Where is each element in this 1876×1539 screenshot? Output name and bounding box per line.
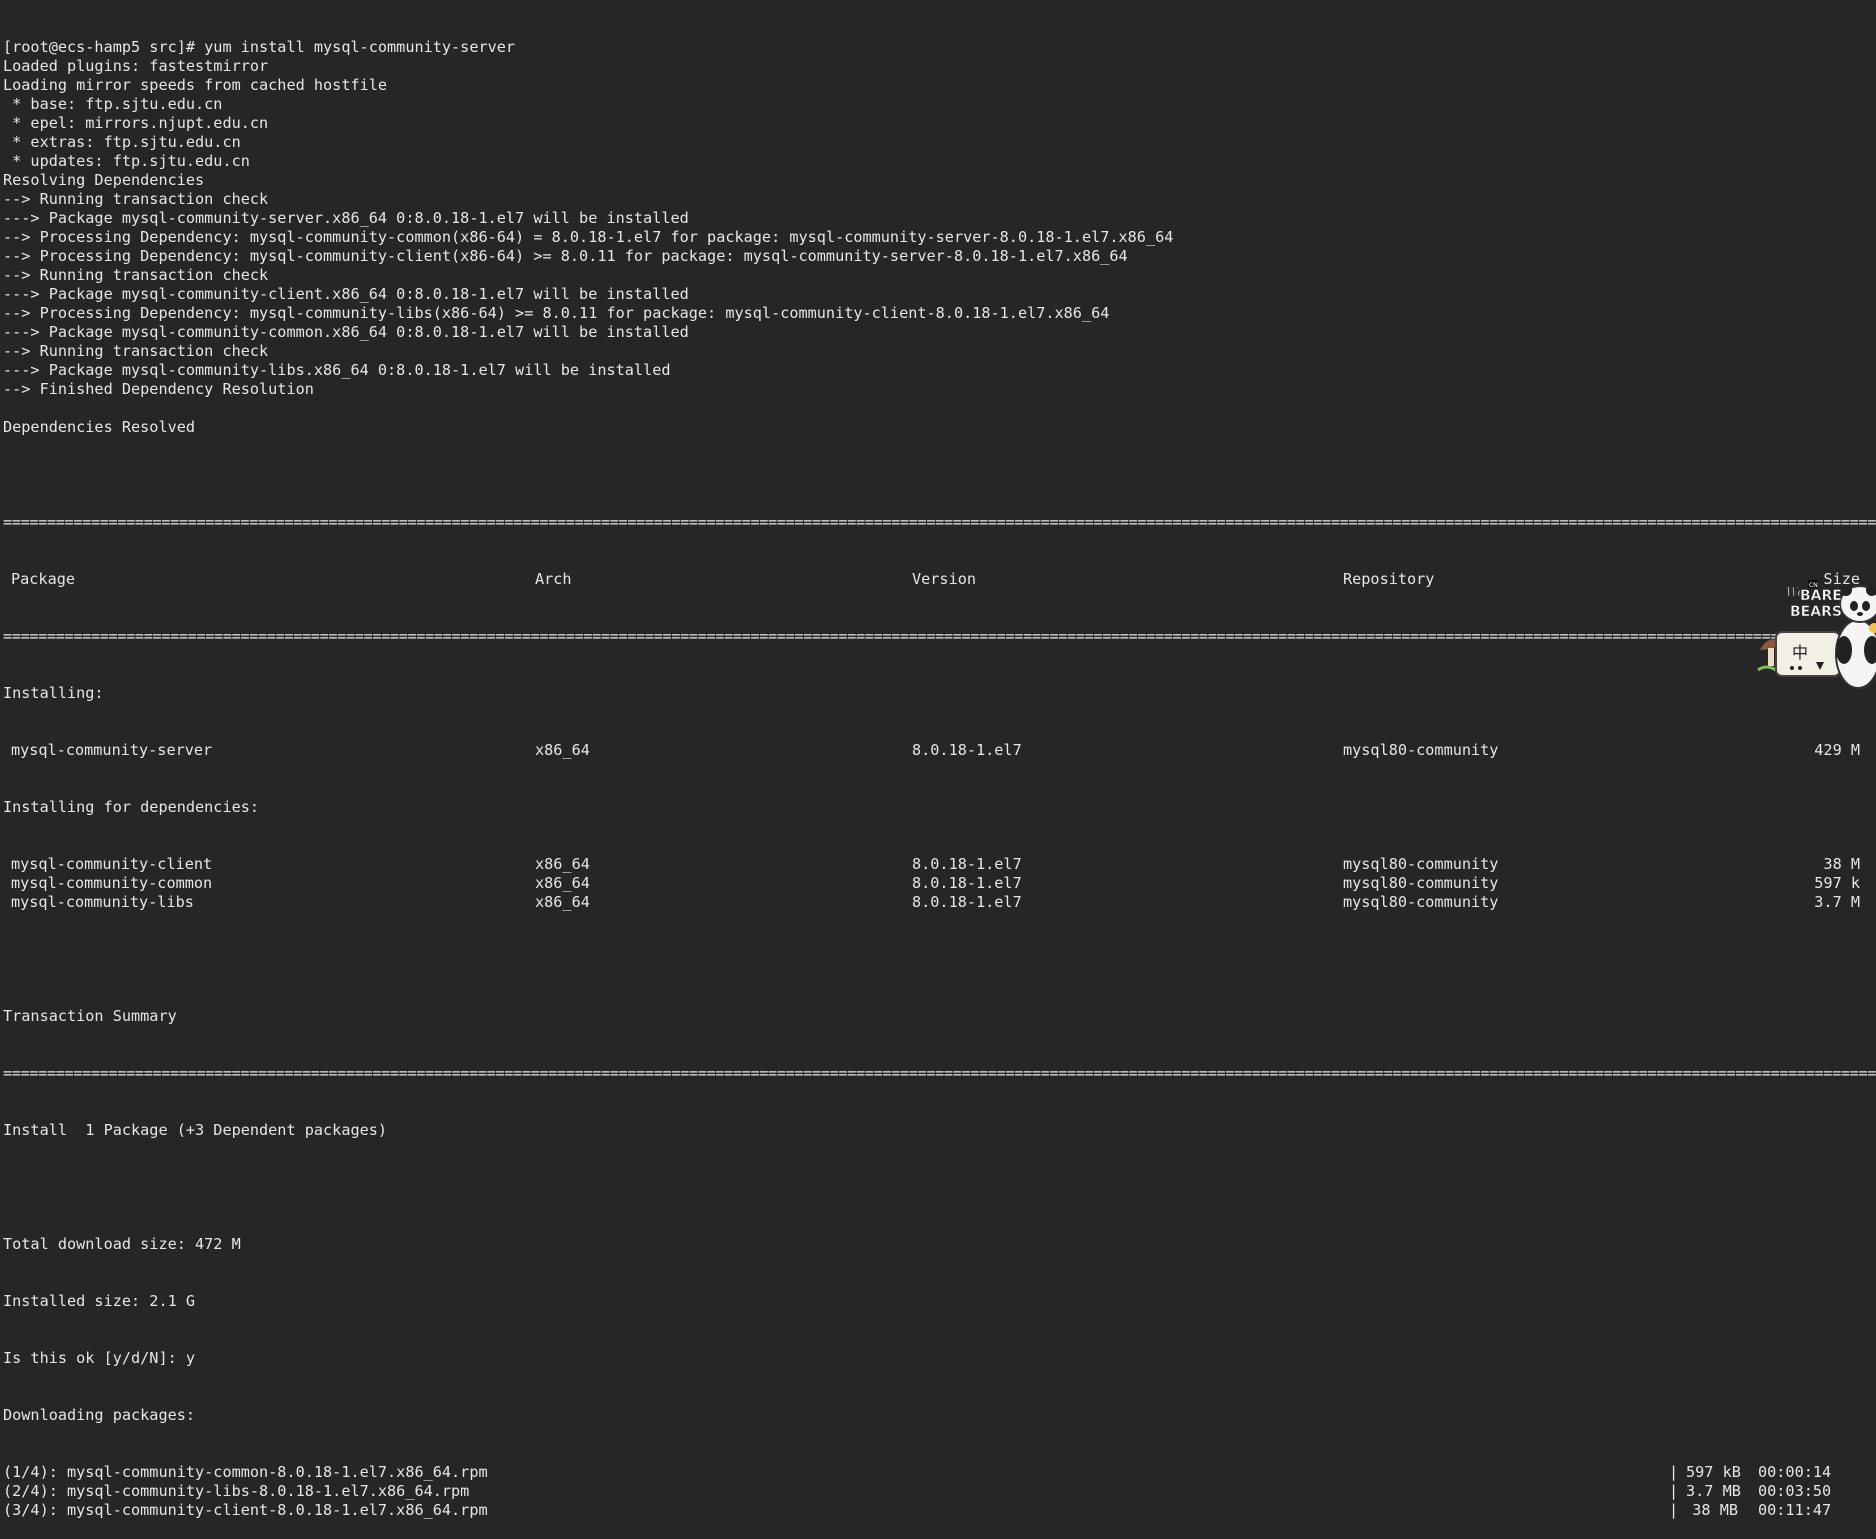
output-line: Loading mirror speeds from cached hostfi… bbox=[3, 76, 388, 94]
output-line: ---> Package mysql-community-client.x86_… bbox=[3, 285, 689, 303]
installing-rows: mysql-community-server x86_64 8.0.18-1.el7… bbox=[3, 741, 1876, 760]
download-time: 00:03:50 bbox=[1758, 1482, 1832, 1500]
sign-board: 中 bbox=[1775, 631, 1841, 677]
logo-line2: BARE bbox=[1800, 588, 1842, 604]
cell-size: 597 k bbox=[1814, 874, 1860, 892]
output-line: Resolving Dependencies bbox=[3, 171, 205, 189]
output-line: ---> Package mysql-community-libs.x86_64… bbox=[3, 361, 671, 379]
download-row: (3/4): mysql-community-client-8.0.18-1.e… bbox=[3, 1501, 1876, 1520]
download-row: (2/4): mysql-community-libs-8.0.18-1.el7… bbox=[3, 1482, 1876, 1501]
output-line: --> Finished Dependency Resolution bbox=[3, 380, 314, 398]
download-bar: | bbox=[1669, 1463, 1679, 1481]
bare-bears-panda-icon: 中 CN We BARE BEARS bbox=[1757, 580, 1876, 689]
output-line: [root@ecs-hamp5 src]# yum install mysql-… bbox=[3, 38, 516, 56]
cell-repository: mysql80-community bbox=[1343, 741, 1499, 759]
installed-size-line: Installed size: 2.1 G bbox=[3, 1292, 196, 1310]
cell-repository: mysql80-community bbox=[1343, 874, 1499, 892]
output-line: * extras: ftp.sjtu.edu.cn bbox=[3, 133, 241, 151]
bare-bears-logo: CN We BARE BEARS bbox=[1786, 580, 1842, 620]
table-header-row: Package Arch Version Repository Size bbox=[3, 570, 1876, 589]
cell-version: 8.0.18-1.el7 bbox=[912, 893, 1022, 911]
cell-package: mysql-community-libs bbox=[11, 893, 194, 911]
output-line: --> Processing Dependency: mysql-communi… bbox=[3, 304, 1110, 322]
downloading-line: Downloading packages: bbox=[3, 1406, 196, 1424]
download-bar: | bbox=[1669, 1482, 1679, 1500]
installing-label: Installing: bbox=[3, 684, 104, 702]
cell-package: mysql-community-client bbox=[11, 855, 213, 873]
cell-arch: x86_64 bbox=[535, 855, 590, 873]
cell-package: mysql-community-common bbox=[11, 874, 213, 892]
cell-size: 429 M bbox=[1814, 741, 1860, 759]
cell-size: 3.7 M bbox=[1814, 893, 1860, 911]
install-summary-line: Install 1 Package (+3 Dependent packages… bbox=[3, 1121, 388, 1139]
output-line: * updates: ftp.sjtu.edu.cn bbox=[3, 152, 250, 170]
cell-repository: mysql80-community bbox=[1343, 893, 1499, 911]
column-header-package: Package bbox=[11, 570, 76, 588]
output-line: * epel: mirrors.njupt.edu.cn bbox=[3, 114, 269, 132]
table-separator-top: ========================================… bbox=[3, 513, 1876, 531]
output-line: * base: ftp.sjtu.edu.cn bbox=[3, 95, 223, 113]
table-row: mysql-community-server x86_64 8.0.18-1.el7… bbox=[3, 741, 1876, 760]
terminal-window[interactable]: [root@ecs-hamp5 src]# yum install mysql-… bbox=[0, 0, 1876, 1519]
download-rows: (1/4): mysql-community-common-8.0.18-1.e… bbox=[3, 1463, 1876, 1520]
output-line: --> Running transaction check bbox=[3, 342, 269, 360]
table-separator-header: ========================================… bbox=[3, 627, 1876, 645]
download-bar: | bbox=[1669, 1501, 1679, 1519]
download-file-name: (1/4): mysql-community-common-8.0.18-1.e… bbox=[3, 1463, 488, 1481]
cell-arch: x86_64 bbox=[535, 893, 590, 911]
cell-size: 38 M bbox=[1823, 855, 1860, 873]
command-output: [root@ecs-hamp5 src]# yum install mysql-… bbox=[3, 38, 1876, 456]
cell-version: 8.0.18-1.el7 bbox=[912, 855, 1022, 873]
download-row: (1/4): mysql-community-common-8.0.18-1.e… bbox=[3, 1463, 1876, 1482]
cell-version: 8.0.18-1.el7 bbox=[912, 741, 1022, 759]
download-time: 00:00:14 bbox=[1758, 1463, 1832, 1481]
dependency-rows: mysql-community-client x86_64 8.0.18-1.el7… bbox=[3, 855, 1876, 912]
output-line: ---> Package mysql-community-server.x86_… bbox=[3, 209, 689, 227]
cell-package: mysql-community-server bbox=[11, 741, 213, 759]
confirm-prompt-line: Is this ok [y/d/N]: y bbox=[3, 1349, 196, 1367]
download-size-line: Total download size: 472 M bbox=[3, 1235, 241, 1253]
cell-version: 8.0.18-1.el7 bbox=[912, 874, 1022, 892]
download-size: 597 kB bbox=[1686, 1463, 1741, 1481]
summary-title: Transaction Summary bbox=[3, 1007, 177, 1025]
download-file-name: (2/4): mysql-community-libs-8.0.18-1.el7… bbox=[3, 1482, 470, 1500]
sign-glyph: 中 bbox=[1792, 643, 1808, 662]
table-separator-summary: ========================================… bbox=[3, 1064, 1876, 1082]
column-header-repository: Repository bbox=[1343, 570, 1435, 588]
output-line: ---> Package mysql-community-common.x86_… bbox=[3, 323, 689, 341]
output-line: --> Running transaction check bbox=[3, 266, 269, 284]
download-size: 38 MB bbox=[1692, 1501, 1738, 1519]
logo-line3: BEARS bbox=[1790, 604, 1842, 620]
download-file-name: (3/4): mysql-community-client-8.0.18-1.e… bbox=[3, 1501, 488, 1519]
output-line: --> Running transaction check bbox=[3, 190, 269, 208]
cell-repository: mysql80-community bbox=[1343, 855, 1499, 873]
column-header-version: Version bbox=[912, 570, 977, 588]
table-row: mysql-community-libs x86_64 8.0.18-1.el7 my… bbox=[3, 893, 1876, 912]
table-row: mysql-community-client x86_64 8.0.18-1.el7… bbox=[3, 855, 1876, 874]
cell-arch: x86_64 bbox=[535, 741, 590, 759]
output-line: Dependencies Resolved bbox=[3, 418, 196, 436]
table-row: mysql-community-common x86_64 8.0.18-1.el7… bbox=[3, 874, 1876, 893]
output-line: --> Processing Dependency: mysql-communi… bbox=[3, 228, 1174, 246]
download-size: 3.7 MB bbox=[1686, 1482, 1741, 1500]
column-header-arch: Arch bbox=[535, 570, 572, 588]
dependencies-label: Installing for dependencies: bbox=[3, 798, 260, 816]
cell-arch: x86_64 bbox=[535, 874, 590, 892]
panda-body bbox=[1835, 584, 1876, 689]
download-time: 00:11:47 bbox=[1758, 1501, 1832, 1519]
output-line: Loaded plugins: fastestmirror bbox=[3, 57, 269, 75]
output-line: --> Processing Dependency: mysql-communi… bbox=[3, 247, 1128, 265]
